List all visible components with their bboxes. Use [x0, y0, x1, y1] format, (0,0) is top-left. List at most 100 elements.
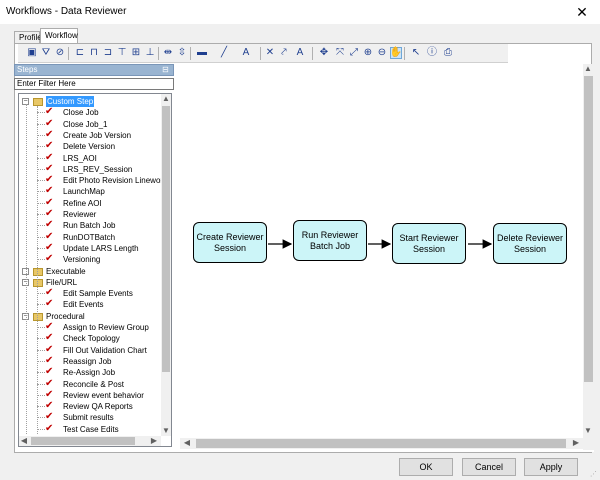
- distribute-vertical-icon[interactable]: ⇳: [176, 47, 188, 59]
- tree-step[interactable]: ✔ LRS_REV_Session: [19, 163, 161, 175]
- tree-step[interactable]: ✔ Delete Version: [19, 141, 161, 152]
- tree-step[interactable]: ✔ Assign to Review Group: [19, 322, 161, 333]
- tree-horizontal-scrollbar[interactable]: ◀ ▶: [19, 436, 161, 446]
- tree-step[interactable]: ✔ Submit results: [19, 412, 161, 423]
- tree-step[interactable]: ✔ RunDOTBatch: [19, 231, 161, 243]
- tree-connector: [37, 168, 45, 170]
- tree-folder[interactable]: Executable: [19, 266, 161, 277]
- tree-hscroll-thumb[interactable]: [31, 437, 135, 445]
- scroll-down-icon[interactable]: ▼: [161, 426, 171, 436]
- tree-step[interactable]: ✔ Close Job_1: [19, 118, 161, 130]
- canvas-vertical-scrollbar[interactable]: ▲ ▼: [583, 64, 594, 450]
- tree-step[interactable]: ✔ Test Case Edits: [19, 422, 161, 434]
- tree-step[interactable]: ✔ Edit Sample Events: [19, 288, 161, 299]
- tree-step[interactable]: ✔ LRS_AOI: [19, 152, 161, 164]
- tree-item-label: Fill Out Validation Chart: [63, 345, 147, 355]
- tree-connector: [37, 123, 45, 125]
- tree-folder[interactable]: − Procedural: [19, 311, 161, 322]
- tree-step[interactable]: ✔ Reviewer: [19, 209, 161, 220]
- window-title: Workflows - Data Reviewer: [6, 6, 127, 17]
- tree-step[interactable]: ✔ Edit Photo Revision Linework: [19, 175, 161, 186]
- tree-folder[interactable]: − Custom Step: [19, 96, 161, 107]
- tree-step[interactable]: ✔ Versioning: [19, 254, 161, 265]
- zoom-out-icon[interactable]: ⊖: [376, 47, 388, 59]
- align-center-icon[interactable]: ⊓: [88, 47, 100, 59]
- tree-step[interactable]: ✔ Fill Out Validation Chart: [19, 344, 161, 356]
- align-middle-icon[interactable]: ⊞: [130, 47, 142, 59]
- canvas-scroll-left-icon[interactable]: ◀: [182, 438, 192, 448]
- print-icon[interactable]: ⎙: [442, 47, 454, 59]
- filter-input[interactable]: Enter Filter Here: [14, 78, 174, 90]
- workflow-step-run-reviewer-batch-job[interactable]: Run Reviewer Batch Job: [293, 220, 367, 261]
- tab-workflow[interactable]: Workflow: [40, 28, 78, 44]
- align-left-icon[interactable]: ⊏: [74, 47, 86, 59]
- align-top-icon[interactable]: ⊤: [116, 47, 128, 59]
- save-icon[interactable]: ▣: [26, 47, 38, 59]
- route-icon[interactable]: ⛛: [40, 47, 52, 59]
- tree-vertical-scrollbar[interactable]: ▲ ▼: [161, 94, 171, 436]
- workflow-step-start-reviewer-session[interactable]: Start Reviewer Session: [392, 223, 466, 264]
- step-check-icon: ✔: [45, 287, 54, 299]
- font-icon[interactable]: A: [294, 47, 306, 59]
- scroll-left-icon[interactable]: ◀: [19, 436, 29, 446]
- canvas-horizontal-scrollbar[interactable]: ◀ ▶: [180, 438, 583, 449]
- tree-step[interactable]: ✔ Close Job: [19, 107, 161, 118]
- tree-step[interactable]: ✔ Review QA Reports: [19, 401, 161, 412]
- tree-step[interactable]: ✔ Re-Assign Job: [19, 367, 161, 378]
- canvas-vscroll-thumb[interactable]: [584, 76, 593, 382]
- tree-step[interactable]: ✔ Run Batch Job: [19, 220, 161, 231]
- toolbar-separator: [68, 47, 69, 60]
- tree-step[interactable]: ✔ Update LARS Length: [19, 242, 161, 254]
- clear-icon[interactable]: ⊘: [54, 47, 66, 59]
- workflow-canvas[interactable]: Create Reviewer Session Run Reviewer Bat…: [180, 64, 594, 452]
- canvas-scroll-down-icon[interactable]: ▼: [583, 426, 593, 436]
- tree-step[interactable]: ✔ Review event behavior: [19, 389, 161, 401]
- step-check-icon: ✔: [45, 422, 54, 434]
- tree-step[interactable]: ✔ Edit Events: [19, 299, 161, 310]
- canvas-hscroll-thumb[interactable]: [196, 439, 566, 448]
- tree-step[interactable]: ✔ Reconcile & Post: [19, 378, 161, 390]
- canvas-scroll-right-icon[interactable]: ▶: [571, 438, 581, 448]
- ok-button[interactable]: OK: [399, 458, 453, 476]
- hand-icon[interactable]: ✋: [390, 47, 402, 59]
- fit-icon[interactable]: ⤧: [334, 47, 346, 59]
- workflow-step-delete-reviewer-session[interactable]: Delete Reviewer Session: [493, 223, 567, 264]
- zoom-in-icon[interactable]: ⊕: [362, 47, 374, 59]
- tree-connector: [37, 417, 45, 419]
- tree-step[interactable]: ✔ Refine AOI: [19, 197, 161, 209]
- fill-color-icon[interactable]: ▬: [196, 47, 208, 59]
- pointer-icon[interactable]: ↖: [410, 47, 422, 59]
- apply-button[interactable]: Apply: [524, 458, 578, 476]
- close-icon[interactable]: ✕: [564, 0, 600, 24]
- resize-grip-icon[interactable]: ⋰: [590, 470, 598, 478]
- canvas-scroll-up-icon[interactable]: ▲: [583, 64, 593, 74]
- tree-step[interactable]: ✔ Check Topology: [19, 333, 161, 344]
- workflow-step-create-reviewer-session[interactable]: Create Reviewer Session: [193, 222, 267, 263]
- tree-guide-line: [37, 106, 38, 434]
- distribute-horizontal-icon[interactable]: ⇹: [162, 47, 174, 59]
- tree-step[interactable]: ✔ LaunchMap: [19, 186, 161, 197]
- tree-step[interactable]: ✔ Create Job Version: [19, 129, 161, 141]
- pan-icon[interactable]: ✥: [318, 47, 330, 59]
- tree-guide-line: [26, 104, 27, 434]
- pin-icon[interactable]: ⊟: [162, 65, 171, 74]
- tree-item-label: Refine AOI: [63, 198, 102, 208]
- tab-profile[interactable]: Profile: [14, 31, 42, 43]
- tree-item-label: Custom Step: [46, 96, 95, 107]
- connect-icon[interactable]: ⤤: [278, 47, 290, 59]
- tree-connector: [37, 214, 45, 215]
- tree-step[interactable]: ✔ Reassign Job: [19, 355, 161, 367]
- tree-folder[interactable]: − File/URL: [19, 277, 161, 288]
- line-color-icon[interactable]: ╱: [218, 47, 230, 59]
- full-extent-icon[interactable]: ⤢: [348, 47, 360, 59]
- align-bottom-icon[interactable]: ⊥: [144, 47, 156, 59]
- font-color-icon[interactable]: A: [240, 47, 252, 59]
- scroll-up-icon[interactable]: ▲: [161, 94, 171, 104]
- tree-vscroll-thumb[interactable]: [162, 106, 170, 372]
- scroll-right-icon[interactable]: ▶: [149, 436, 159, 446]
- info-icon[interactable]: ⓘ: [426, 47, 438, 59]
- align-right-icon[interactable]: ⊐: [102, 47, 114, 59]
- tree-connector: [37, 349, 45, 351]
- cancel-button[interactable]: Cancel: [462, 458, 516, 476]
- delete-icon[interactable]: ✕: [264, 47, 276, 59]
